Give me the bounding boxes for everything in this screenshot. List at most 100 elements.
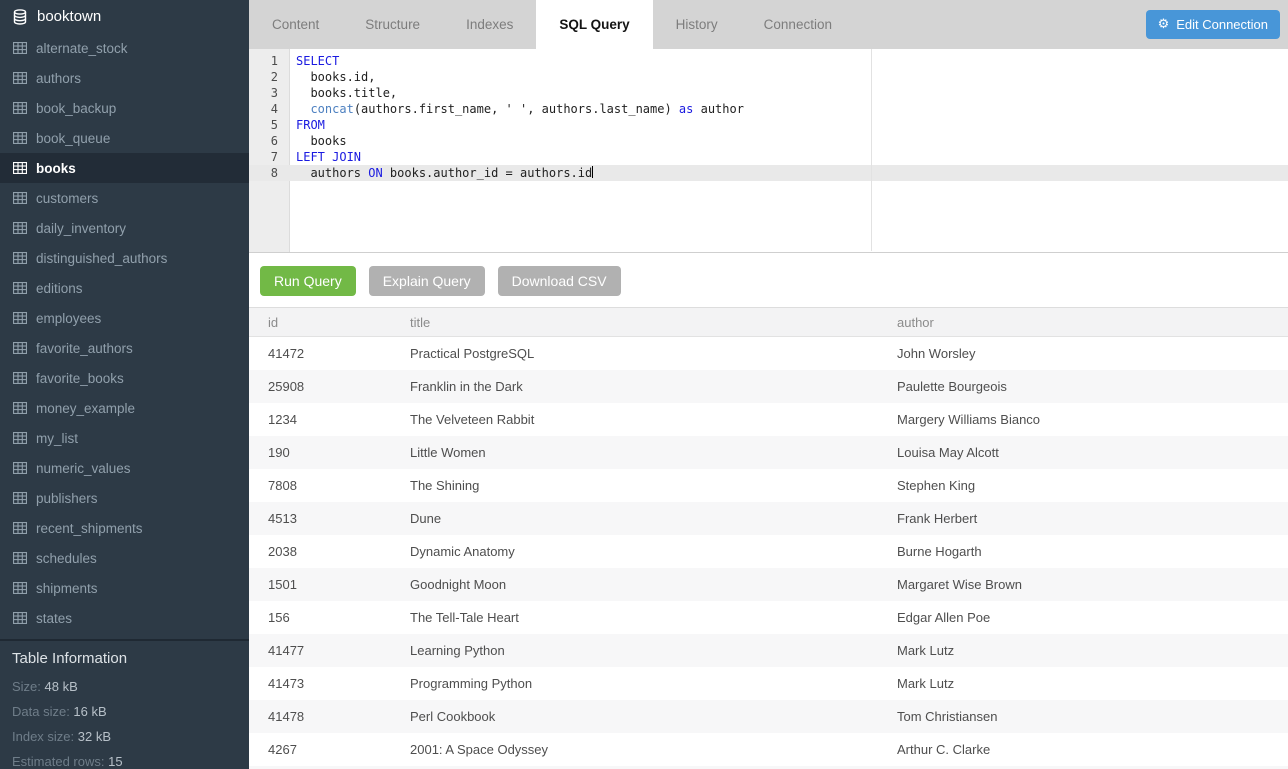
sidebar-table-authors[interactable]: authors [0, 63, 249, 93]
cell-title: 2001: A Space Odyssey [391, 742, 878, 757]
token-function: concat [310, 102, 353, 116]
sidebar-table-publishers[interactable]: publishers [0, 483, 249, 513]
sidebar-table-states[interactable]: states [0, 603, 249, 633]
cell-title: Learning Python [391, 643, 878, 658]
tab-connection[interactable]: Connection [741, 0, 855, 49]
cell-id: 2038 [249, 544, 391, 559]
sidebar-table-label: book_backup [36, 101, 116, 116]
sidebar-table-employees[interactable]: employees [0, 303, 249, 333]
sidebar-table-book-queue[interactable]: book_queue [0, 123, 249, 153]
stat-value: 15 [108, 754, 122, 769]
sidebar-table-label: customers [36, 191, 98, 206]
sidebar-table-schedules[interactable]: schedules [0, 543, 249, 573]
line-number: 2 [249, 69, 290, 85]
stat-value: 16 kB [73, 704, 106, 719]
cell-author: Mark Lutz [878, 643, 1288, 658]
result-row: 1501 Goodnight Moon Margaret Wise Brown [249, 568, 1288, 601]
token-keyword: as [679, 102, 693, 116]
sidebar-table-label: publishers [36, 491, 98, 506]
table-grid-icon [13, 372, 27, 384]
download-csv-button[interactable]: Download CSV [498, 266, 621, 296]
result-row: 4513 Dune Frank Herbert [249, 502, 1288, 535]
table-information-title: Table Information [12, 650, 237, 668]
table-grid-icon [13, 162, 27, 174]
results-table: idtitleauthor 41472 Practical PostgreSQL… [249, 307, 1288, 769]
cell-author: Louisa May Alcott [878, 445, 1288, 460]
tab-list: ContentStructureIndexesSQL QueryHistoryC… [249, 0, 1288, 49]
sidebar-table-my-list[interactable]: my_list [0, 423, 249, 453]
table-grid-icon [13, 552, 27, 564]
result-row: 1234 The Velveteen Rabbit Margery Willia… [249, 403, 1288, 436]
tab-history[interactable]: History [653, 0, 741, 49]
cell-id: 4267 [249, 742, 391, 757]
run-query-button[interactable]: Run Query [260, 266, 356, 296]
line-number: 8 [249, 165, 290, 181]
table-info-stat: Data size: 16 kB [12, 704, 237, 719]
code-line: concat(authors.first_name, ' ', authors.… [291, 101, 1288, 117]
result-row: 41473 Programming Python Mark Lutz [249, 667, 1288, 700]
sidebar-table-money-example[interactable]: money_example [0, 393, 249, 423]
table-info-stat: Size: 48 kB [12, 679, 237, 694]
sidebar-table-numeric-values[interactable]: numeric_values [0, 453, 249, 483]
tab-sql-query[interactable]: SQL Query [536, 0, 652, 49]
sidebar-table-alternate-stock[interactable]: alternate_stock [0, 33, 249, 63]
result-row: 4267 2001: A Space Odyssey Arthur C. Cla… [249, 733, 1288, 766]
line-number: 1 [249, 53, 290, 69]
cell-author: Edgar Allen Poe [878, 610, 1288, 625]
results-rows: 41472 Practical PostgreSQL John Worsley … [249, 337, 1288, 766]
table-grid-icon [13, 312, 27, 324]
cell-title: The Tell-Tale Heart [391, 610, 878, 625]
edit-connection-button[interactable]: ⚙ Edit Connection [1146, 10, 1280, 39]
line-number: 7 [249, 149, 290, 165]
code-line: SELECT [291, 53, 1288, 69]
table-grid-icon [13, 102, 27, 114]
cell-id: 25908 [249, 379, 391, 394]
code-line: LEFT JOIN [291, 149, 1288, 165]
table-grid-icon [13, 342, 27, 354]
token-plain: books.id, [296, 70, 375, 84]
code-area[interactable]: SELECT books.id, books.title, concat(aut… [291, 53, 1288, 181]
sidebar-table-recent-shipments[interactable]: recent_shipments [0, 513, 249, 543]
sidebar-table-favorite-authors[interactable]: favorite_authors [0, 333, 249, 363]
main-panel: ContentStructureIndexesSQL QueryHistoryC… [249, 0, 1288, 769]
cell-title: Practical PostgreSQL [391, 346, 878, 361]
sidebar-table-distinguished-authors[interactable]: distinguished_authors [0, 243, 249, 273]
tab-content[interactable]: Content [249, 0, 342, 49]
sidebar-table-daily-inventory[interactable]: daily_inventory [0, 213, 249, 243]
sidebar-table-book-backup[interactable]: book_backup [0, 93, 249, 123]
line-numbers: 12345678 [249, 53, 290, 181]
query-actions: Run Query Explain Query Download CSV [249, 253, 1288, 307]
tab-structure[interactable]: Structure [342, 0, 443, 49]
sidebar-table-editions[interactable]: editions [0, 273, 249, 303]
database-selector[interactable]: booktown [0, 0, 249, 33]
token-plain: books.title, [296, 86, 397, 100]
tab-indexes[interactable]: Indexes [443, 0, 536, 49]
token-keyword: SELECT [296, 54, 339, 68]
stat-label: Index size: [12, 729, 78, 744]
sidebar-table-books[interactable]: books [0, 153, 249, 183]
cell-author: Arthur C. Clarke [878, 742, 1288, 757]
table-grid-icon [13, 222, 27, 234]
cell-title: The Velveteen Rabbit [391, 412, 878, 427]
cell-id: 1234 [249, 412, 391, 427]
sql-editor[interactable]: 12345678 SELECT books.id, books.title, c… [249, 49, 1288, 253]
cell-title: Dune [391, 511, 878, 526]
sidebar-table-label: favorite_authors [36, 341, 133, 356]
explain-query-button[interactable]: Explain Query [369, 266, 485, 296]
cell-id: 41478 [249, 709, 391, 724]
sidebar-table-favorite-books[interactable]: favorite_books [0, 363, 249, 393]
sidebar-table-customers[interactable]: customers [0, 183, 249, 213]
code-line: books.id, [291, 69, 1288, 85]
result-row: 156 The Tell-Tale Heart Edgar Allen Poe [249, 601, 1288, 634]
table-grid-icon [13, 72, 27, 84]
result-row: 41478 Perl Cookbook Tom Christiansen [249, 700, 1288, 733]
table-info-stat: Index size: 32 kB [12, 729, 237, 744]
stat-value: 48 kB [45, 679, 78, 694]
line-number: 6 [249, 133, 290, 149]
line-number: 3 [249, 85, 290, 101]
line-number: 4 [249, 101, 290, 117]
sidebar-table-shipments[interactable]: shipments [0, 573, 249, 603]
line-number: 5 [249, 117, 290, 133]
table-grid-icon [13, 492, 27, 504]
code-line: FROM [291, 117, 1288, 133]
